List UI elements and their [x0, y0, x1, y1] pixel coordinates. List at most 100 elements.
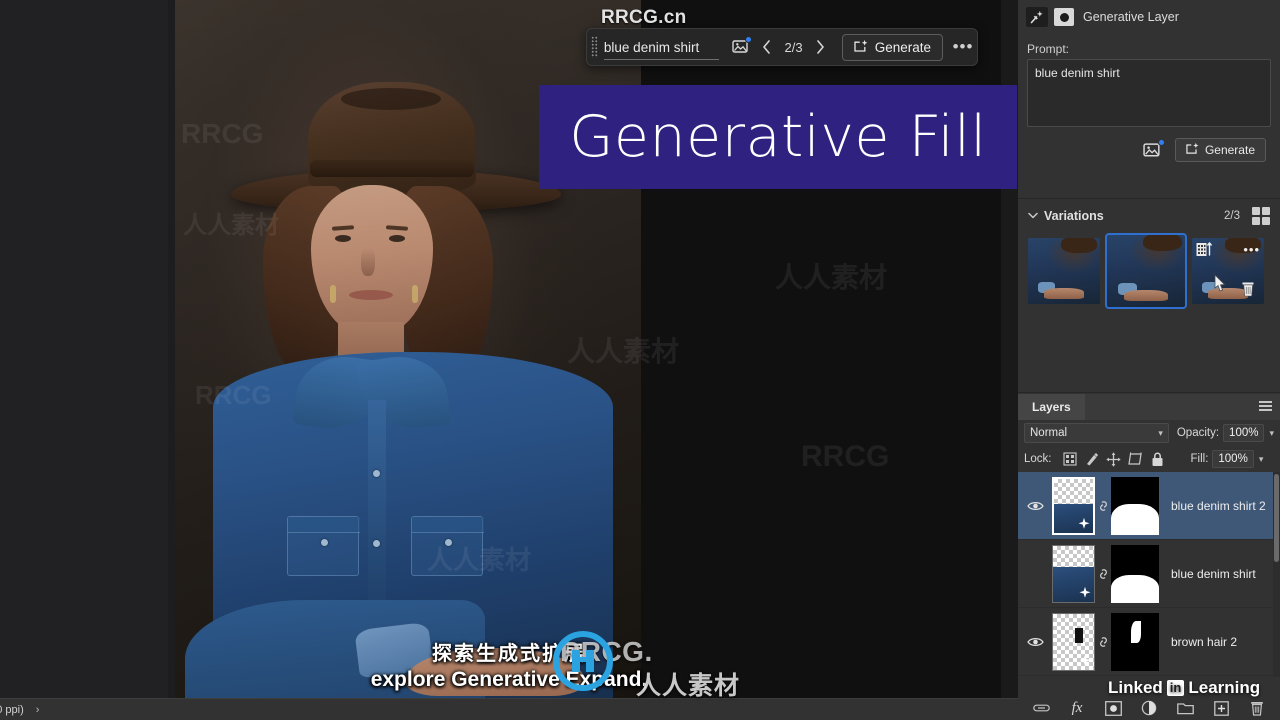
linkedin-word: Linked [1108, 678, 1163, 697]
lock-position-icon[interactable] [1103, 449, 1125, 469]
layer-mask-thumbnail[interactable] [1111, 544, 1159, 603]
layer-name: blue denim shirt [1171, 566, 1256, 581]
generative-layer-icon[interactable] [1026, 7, 1048, 27]
taskbar-drag-handle[interactable] [587, 28, 602, 66]
variations-section: Variations 2/3 ••• [1018, 200, 1280, 390]
tab-layers[interactable]: Layers [1018, 394, 1085, 420]
taskbar-prompt-input[interactable]: blue denim shirt [603, 34, 720, 60]
generative-actions-row: Generate [1018, 127, 1280, 162]
panel-generate-label: Generate [1204, 143, 1255, 157]
tab-layers-label: Layers [1032, 400, 1071, 414]
panel-generate-button[interactable]: Generate [1174, 138, 1266, 162]
table-row[interactable]: blue denim shirt [1018, 540, 1280, 608]
left-toolbar-gutter-inner [0, 0, 168, 698]
generate-sparkle-icon [854, 39, 868, 56]
new-group-icon[interactable] [1176, 700, 1194, 717]
layer-name: brown hair 2 [1171, 634, 1238, 649]
lock-artboard-nesting-icon[interactable] [1125, 449, 1147, 469]
layer-name: blue denim shirt 2 [1171, 498, 1266, 513]
next-variation-button[interactable] [809, 34, 831, 60]
lock-image-pixels-icon[interactable] [1081, 449, 1103, 469]
generative-layer-header: Generative Layer [1018, 0, 1280, 34]
variation-more-options-button[interactable]: ••• [1243, 242, 1260, 257]
layer-style-fx-icon[interactable]: fx [1069, 700, 1086, 717]
taskbar-generate-button[interactable]: Generate [841, 33, 944, 61]
layer-thumbnail[interactable] [1052, 612, 1095, 671]
variations-title: Variations [1044, 209, 1104, 223]
generative-fill-title: Generative Fill [569, 104, 987, 170]
previous-variation-button[interactable] [755, 34, 777, 60]
adjustment-layer-icon[interactable] [1141, 700, 1158, 717]
variation-counter: 2/3 [784, 39, 803, 55]
layers-scrollbar-thumb[interactable] [1274, 474, 1279, 562]
prompt-textarea-value: blue denim shirt [1035, 66, 1120, 80]
layer-mask-icon[interactable] [1054, 8, 1074, 26]
lock-label: Lock: [1024, 453, 1052, 465]
panel-divider [1018, 392, 1280, 393]
prompt-textarea[interactable]: blue denim shirt [1027, 59, 1271, 127]
watermark-top-brand: RRCG.cn [601, 7, 687, 28]
layer-mask-thumbnail[interactable] [1111, 476, 1159, 535]
subtitle-chinese: 探索生成式扩展 [432, 643, 586, 665]
variations-header[interactable]: Variations 2/3 [1018, 200, 1280, 232]
workspace: RRCG RRCG 人人素材 RRCG 人人素材 人人素材 RRCG 人人素材 … [0, 0, 1018, 720]
taskbar-generate-label: Generate [874, 39, 932, 55]
panel-menu-icon[interactable] [1259, 401, 1272, 413]
blend-mode-row: Normal ▾ Opacity: 100% ▾ [1018, 420, 1280, 446]
new-layer-icon[interactable] [1213, 700, 1230, 717]
layer-visibility-toggle[interactable] [1018, 500, 1052, 512]
mask-link-icon[interactable] [1095, 634, 1111, 650]
learning-word: Learning [1188, 678, 1261, 697]
chevron-down-icon[interactable] [1028, 211, 1038, 222]
fill-input[interactable]: 100% [1212, 450, 1254, 468]
generative-badge-icon [1078, 654, 1092, 668]
watermark-logo-icon [552, 630, 614, 692]
layer-thumbnail[interactable] [1052, 544, 1095, 603]
subtitle-english: explore Generative Expand, [370, 668, 648, 691]
layer-visibility-toggle[interactable] [1018, 636, 1052, 648]
photoshop-window: RRCG RRCG 人人素材 RRCG 人人素材 人人素材 RRCG 人人素材 … [0, 0, 1280, 720]
variations-thumbnail-row: ••• [1018, 232, 1280, 309]
status-bar: 300 ppi) › [0, 698, 1018, 720]
grid-view-icon[interactable] [1252, 207, 1270, 225]
blend-mode-value: Normal [1030, 427, 1068, 439]
left-toolbar-gutter [0, 0, 175, 698]
variation-thumbnail-1[interactable] [1028, 238, 1100, 304]
contextual-taskbar[interactable]: blue denim shirt 2/3 Generate ••• [586, 28, 978, 66]
mask-link-icon[interactable] [1095, 566, 1111, 582]
fill-label: Fill: [1190, 453, 1209, 465]
link-layers-icon[interactable] [1032, 700, 1050, 717]
blend-mode-select[interactable]: Normal ▾ [1024, 423, 1169, 443]
layer-mask-thumbnail[interactable] [1111, 612, 1159, 671]
table-row[interactable]: blue denim shirt 2 [1018, 472, 1280, 540]
mask-link-icon[interactable] [1095, 498, 1111, 514]
generative-layer-panel: Generative Layer Prompt: blue denim shir… [1018, 0, 1280, 198]
status-bar-expand-arrow[interactable]: › [36, 704, 40, 716]
fill-chevron-down-icon[interactable]: ▾ [1259, 454, 1264, 465]
reference-image-badge [745, 36, 753, 43]
add-layer-mask-icon[interactable] [1104, 700, 1122, 717]
lock-all-icon[interactable] [1147, 449, 1169, 469]
variation-thumbnail-2[interactable] [1105, 233, 1187, 309]
chevron-down-icon: ▾ [1158, 427, 1163, 438]
reference-image-icon[interactable] [727, 33, 755, 61]
opacity-input[interactable]: 100% [1223, 424, 1265, 442]
reference-image-icon[interactable] [1141, 139, 1165, 161]
cursor-icon [1212, 274, 1228, 294]
lock-transparent-pixels-icon[interactable] [1059, 449, 1081, 469]
layers-scrollbar-track[interactable] [1273, 472, 1280, 677]
generative-fill-title-banner: Generative Fill [539, 85, 1017, 189]
variations-counter: 2/3 [1224, 210, 1240, 222]
layers-bottom-toolbar: fx [1018, 696, 1280, 720]
table-row[interactable]: brown hair 2 [1018, 608, 1280, 676]
status-bar-resolution: 300 ppi) [0, 703, 24, 716]
delete-layer-icon[interactable] [1249, 700, 1266, 717]
generate-similar-icon[interactable] [1196, 241, 1213, 258]
opacity-chevron-down-icon[interactable]: ▾ [1269, 428, 1274, 439]
variation-thumbnail-3[interactable]: ••• [1192, 238, 1264, 304]
generate-sparkle-icon [1186, 142, 1199, 158]
taskbar-more-options-button[interactable]: ••• [949, 33, 977, 61]
trash-icon[interactable] [1241, 280, 1256, 298]
prompt-label: Prompt: [1027, 42, 1070, 56]
layer-thumbnail[interactable] [1052, 476, 1095, 535]
